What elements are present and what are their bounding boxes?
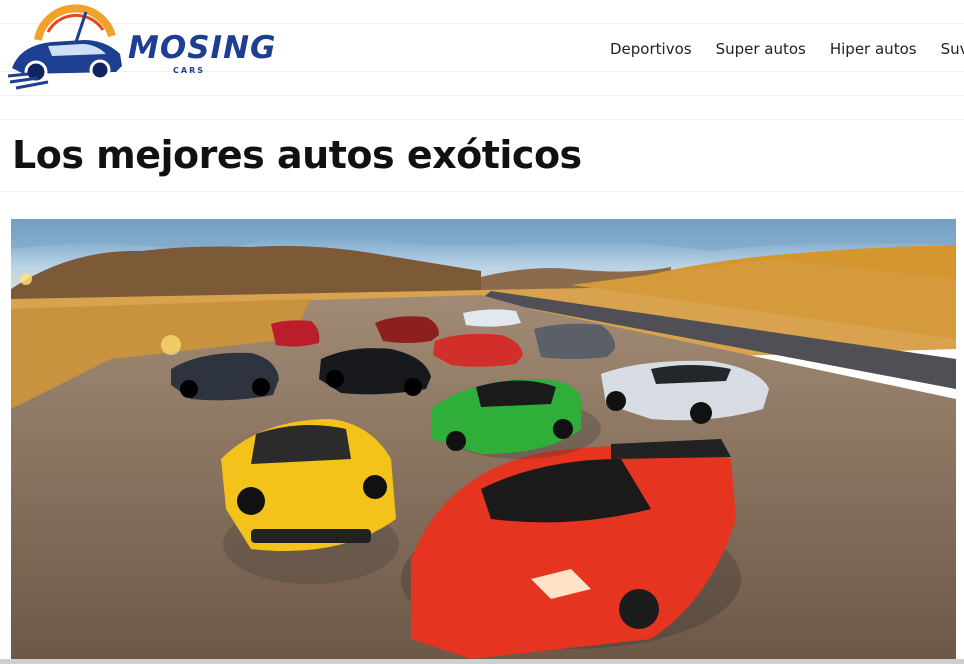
site-header: MOSING CARS Deportivos Super autos Hiper… (0, 0, 964, 96)
brand-name: MOSING (128, 30, 277, 66)
brand-subtitle: CARS (173, 66, 205, 75)
brand-logo[interactable]: MOSING CARS (7, 2, 275, 92)
car-icon (221, 419, 399, 584)
car-logo-icon (7, 4, 122, 90)
hero-image (11, 219, 956, 659)
nav-item-deportivos[interactable]: Deportivos (610, 40, 692, 58)
nav-item-super-autos[interactable]: Super autos (716, 40, 806, 58)
main-nav: Deportivos Super autos Hiper autos Suvs (610, 40, 964, 58)
nav-item-hiper-autos[interactable]: Hiper autos (830, 40, 917, 58)
nav-item-suvs[interactable]: Suvs (941, 40, 964, 58)
page-title: Los mejores autos exóticos (12, 133, 582, 177)
bottom-scrollbar[interactable] (0, 659, 964, 664)
